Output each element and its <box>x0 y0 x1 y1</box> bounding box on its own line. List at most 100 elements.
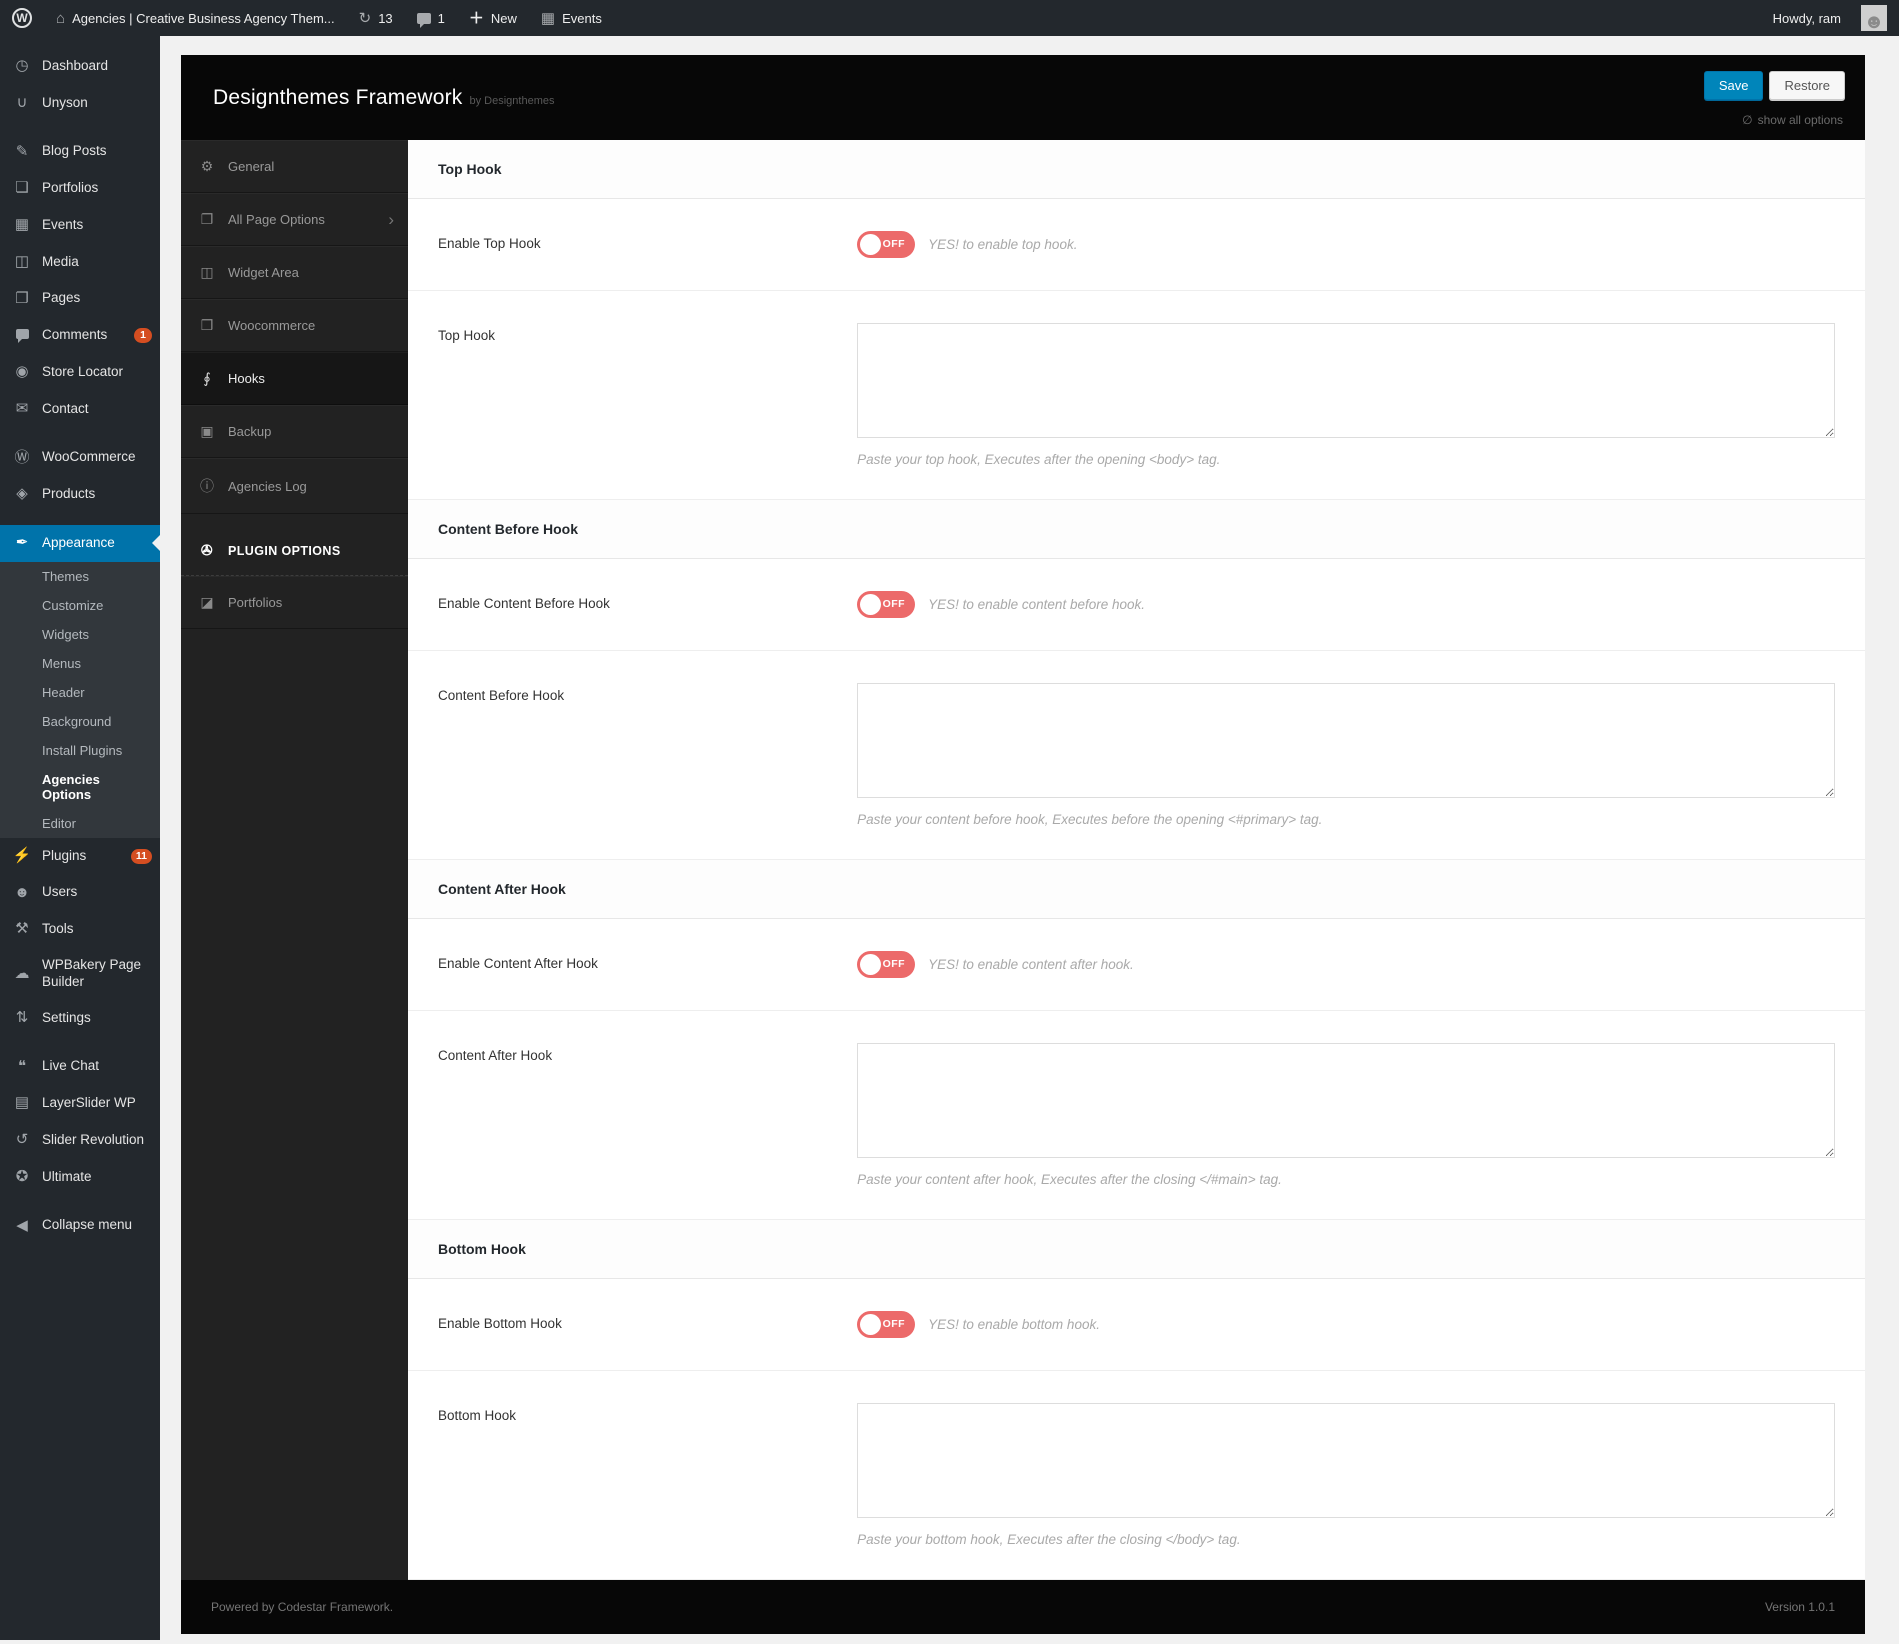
comments-link[interactable]: 1 <box>405 0 457 36</box>
sidebar-item-appearance[interactable]: ✒ Appearance <box>0 525 160 562</box>
section-title: Content After Hook <box>408 860 1865 919</box>
sidebar-item-contact[interactable]: ✉ Contact <box>0 391 160 428</box>
save-button[interactable]: Save <box>1704 71 1764 100</box>
sidebar-item-wpbakery-page-builder[interactable]: ☁ WPBakery Page Builder <box>0 948 160 1000</box>
options-nav-item-woocommerce[interactable]: ❒ Woocommerce <box>181 299 408 352</box>
nav-item-label: Woocommerce <box>228 318 315 333</box>
field-hint: Paste your top hook, Executes after the … <box>857 452 1835 467</box>
nav-item-label: Widget Area <box>228 265 299 280</box>
sidebar-item-woocommerce[interactable]: Ⓦ WooCommerce <box>0 440 160 477</box>
submenu-item-background[interactable]: Background <box>0 707 160 736</box>
hook-code-textarea[interactable] <box>857 1403 1835 1518</box>
toggle-state-label: OFF <box>883 958 906 970</box>
submenu-item-menus[interactable]: Menus <box>0 649 160 678</box>
section-bottom-hook: Bottom Hook Enable Bottom Hook OFF YES! … <box>408 1220 1865 1580</box>
main-content-area: Designthemes Framework by Designthemes S… <box>160 36 1899 1644</box>
submenu-item-customize[interactable]: Customize <box>0 591 160 620</box>
submenu-item-agencies-options[interactable]: Agencies Options <box>0 765 160 809</box>
section-content-after-hook: Content After Hook Enable Content After … <box>408 860 1865 1220</box>
options-nav-item-widget-area[interactable]: ◫ Widget Area <box>181 246 408 299</box>
sidebar-item-tools[interactable]: ⚒ Tools <box>0 911 160 948</box>
sidebar-item-events[interactable]: ▦ Events <box>0 207 160 244</box>
show-all-options-toggle[interactable]: ∅ show all options <box>1742 113 1843 127</box>
howdy-account-menu[interactable]: Howdy, ram <box>1761 0 1853 36</box>
sidebar-item-label: Slider Revolution <box>42 1132 152 1149</box>
options-nav-item-hooks[interactable]: ∮ Hooks <box>181 352 408 405</box>
sidebar-menu: ◷ Dashboard ∪ Unyson ✎ Blog Posts ❏ Port… <box>0 48 160 1244</box>
person-silhouette-icon: ☻ <box>1863 13 1884 31</box>
sidebar-item-layerslider-wp[interactable]: ▤ LayerSlider WP <box>0 1085 160 1122</box>
products-cube-icon: ◈ <box>12 485 32 504</box>
sidebar-item-label: Products <box>42 486 152 503</box>
sidebar-item-store-locator[interactable]: ◉ Store Locator <box>0 354 160 391</box>
sidebar-item-plugins[interactable]: ⚡ Plugins 11 <box>0 838 160 875</box>
toggle-switch-off[interactable]: OFF <box>857 951 915 978</box>
sidebar-item-products[interactable]: ◈ Products <box>0 476 160 513</box>
count-badge: 11 <box>131 849 152 864</box>
options-nav-item-all-page-options[interactable]: ❐ All Page Options › <box>181 193 408 246</box>
sidebar-item-live-chat[interactable]: ❝ Live Chat <box>0 1049 160 1086</box>
avatar[interactable]: ☻ <box>1861 5 1887 31</box>
paperclip-icon: ∮ <box>198 370 216 387</box>
new-content-menu[interactable]: ＋ New <box>457 0 529 36</box>
sidebar-item-label: Blog Posts <box>42 143 152 160</box>
hook-code-textarea[interactable] <box>857 683 1835 798</box>
sidebar-item-unyson[interactable]: ∪ Unyson <box>0 85 160 122</box>
field-label: Enable Bottom Hook <box>438 1311 857 1331</box>
textarea-row: Content Before Hook Paste your content b… <box>408 651 1865 860</box>
submenu-item-themes[interactable]: Themes <box>0 562 160 591</box>
textarea-row: Top Hook Paste your top hook, Executes a… <box>408 291 1865 500</box>
comment-bubble-icon <box>12 326 32 345</box>
sidebar-item-users[interactable]: ☻ Users <box>0 875 160 912</box>
submenu-item-header[interactable]: Header <box>0 678 160 707</box>
submenu-item-install-plugins[interactable]: Install Plugins <box>0 736 160 765</box>
section-top-hook: Top Hook Enable Top Hook OFF YES! to ena… <box>408 140 1865 500</box>
wordpress-menu[interactable]: W <box>0 0 44 36</box>
section-title: Bottom Hook <box>408 1220 1865 1279</box>
sidebar-item-ultimate[interactable]: ✪ Ultimate <box>0 1159 160 1196</box>
hook-code-textarea[interactable] <box>857 323 1835 438</box>
toggle-switch-off[interactable]: OFF <box>857 591 915 618</box>
media-icon: ◫ <box>12 253 32 272</box>
plus-icon: ＋ <box>469 11 484 26</box>
toggle-switch-off[interactable]: OFF <box>857 1311 915 1338</box>
toggle-switch-off[interactable]: OFF <box>857 231 915 258</box>
admin-bar: W ⌂ Agencies | Creative Business Agency … <box>0 0 1899 36</box>
options-nav: ⚙ General ❐ All Page Options › ◫ Widget … <box>181 140 408 1580</box>
sidebar-separator <box>0 428 160 440</box>
sidebar-item-slider-revolution[interactable]: ↺ Slider Revolution <box>0 1122 160 1159</box>
sidebar-item-dashboard[interactable]: ◷ Dashboard <box>0 48 160 85</box>
toggle-row: Enable Content Before Hook OFF YES! to e… <box>408 559 1865 651</box>
options-nav-item-general[interactable]: ⚙ General <box>181 140 408 193</box>
sidebar-item-label: Collapse menu <box>42 1217 152 1234</box>
sidebar-item-media[interactable]: ◫ Media <box>0 244 160 281</box>
field-hint: Paste your content after hook, Executes … <box>857 1172 1835 1187</box>
sidebar-item-settings[interactable]: ⇅ Settings <box>0 1000 160 1037</box>
pushpin-icon: ✎ <box>12 143 32 162</box>
comments-count: 1 <box>438 11 445 26</box>
restore-button[interactable]: Restore <box>1769 71 1845 100</box>
toggle-knob <box>860 594 881 615</box>
sidebar-item-label: Events <box>42 217 152 234</box>
sidebar-item-collapse-menu[interactable]: ◀ Collapse menu <box>0 1208 160 1245</box>
sidebar-item-pages[interactable]: ❐ Pages <box>0 281 160 318</box>
options-nav-item-agencies-log[interactable]: ⓘ Agencies Log <box>181 458 408 514</box>
options-nav-item-portfolios[interactable]: ◪ Portfolios <box>181 576 408 629</box>
sidebar-separator <box>0 1196 160 1208</box>
submenu-item-editor[interactable]: Editor <box>0 809 160 838</box>
admin-sidebar: ◷ Dashboard ∪ Unyson ✎ Blog Posts ❏ Port… <box>0 36 160 1640</box>
site-name-link[interactable]: ⌂ Agencies | Creative Business Agency Th… <box>44 0 347 36</box>
options-nav-item-backup[interactable]: ▣ Backup <box>181 405 408 458</box>
sidebar-item-comments[interactable]: Comments 1 <box>0 317 160 354</box>
sidebar-item-portfolios[interactable]: ❏ Portfolios <box>0 170 160 207</box>
sidebar-item-blog-posts[interactable]: ✎ Blog Posts <box>0 134 160 171</box>
hook-code-textarea[interactable] <box>857 1043 1835 1158</box>
pages-icon: ❐ <box>12 290 32 309</box>
new-label: New <box>491 11 517 26</box>
textarea-row: Bottom Hook Paste your bottom hook, Exec… <box>408 1371 1865 1580</box>
toggle-state-label: OFF <box>883 238 906 250</box>
toggle-knob <box>860 954 881 975</box>
submenu-item-widgets[interactable]: Widgets <box>0 620 160 649</box>
events-link[interactable]: ▦ Events <box>529 0 614 36</box>
updates-link[interactable]: ↻ 13 <box>347 0 405 36</box>
